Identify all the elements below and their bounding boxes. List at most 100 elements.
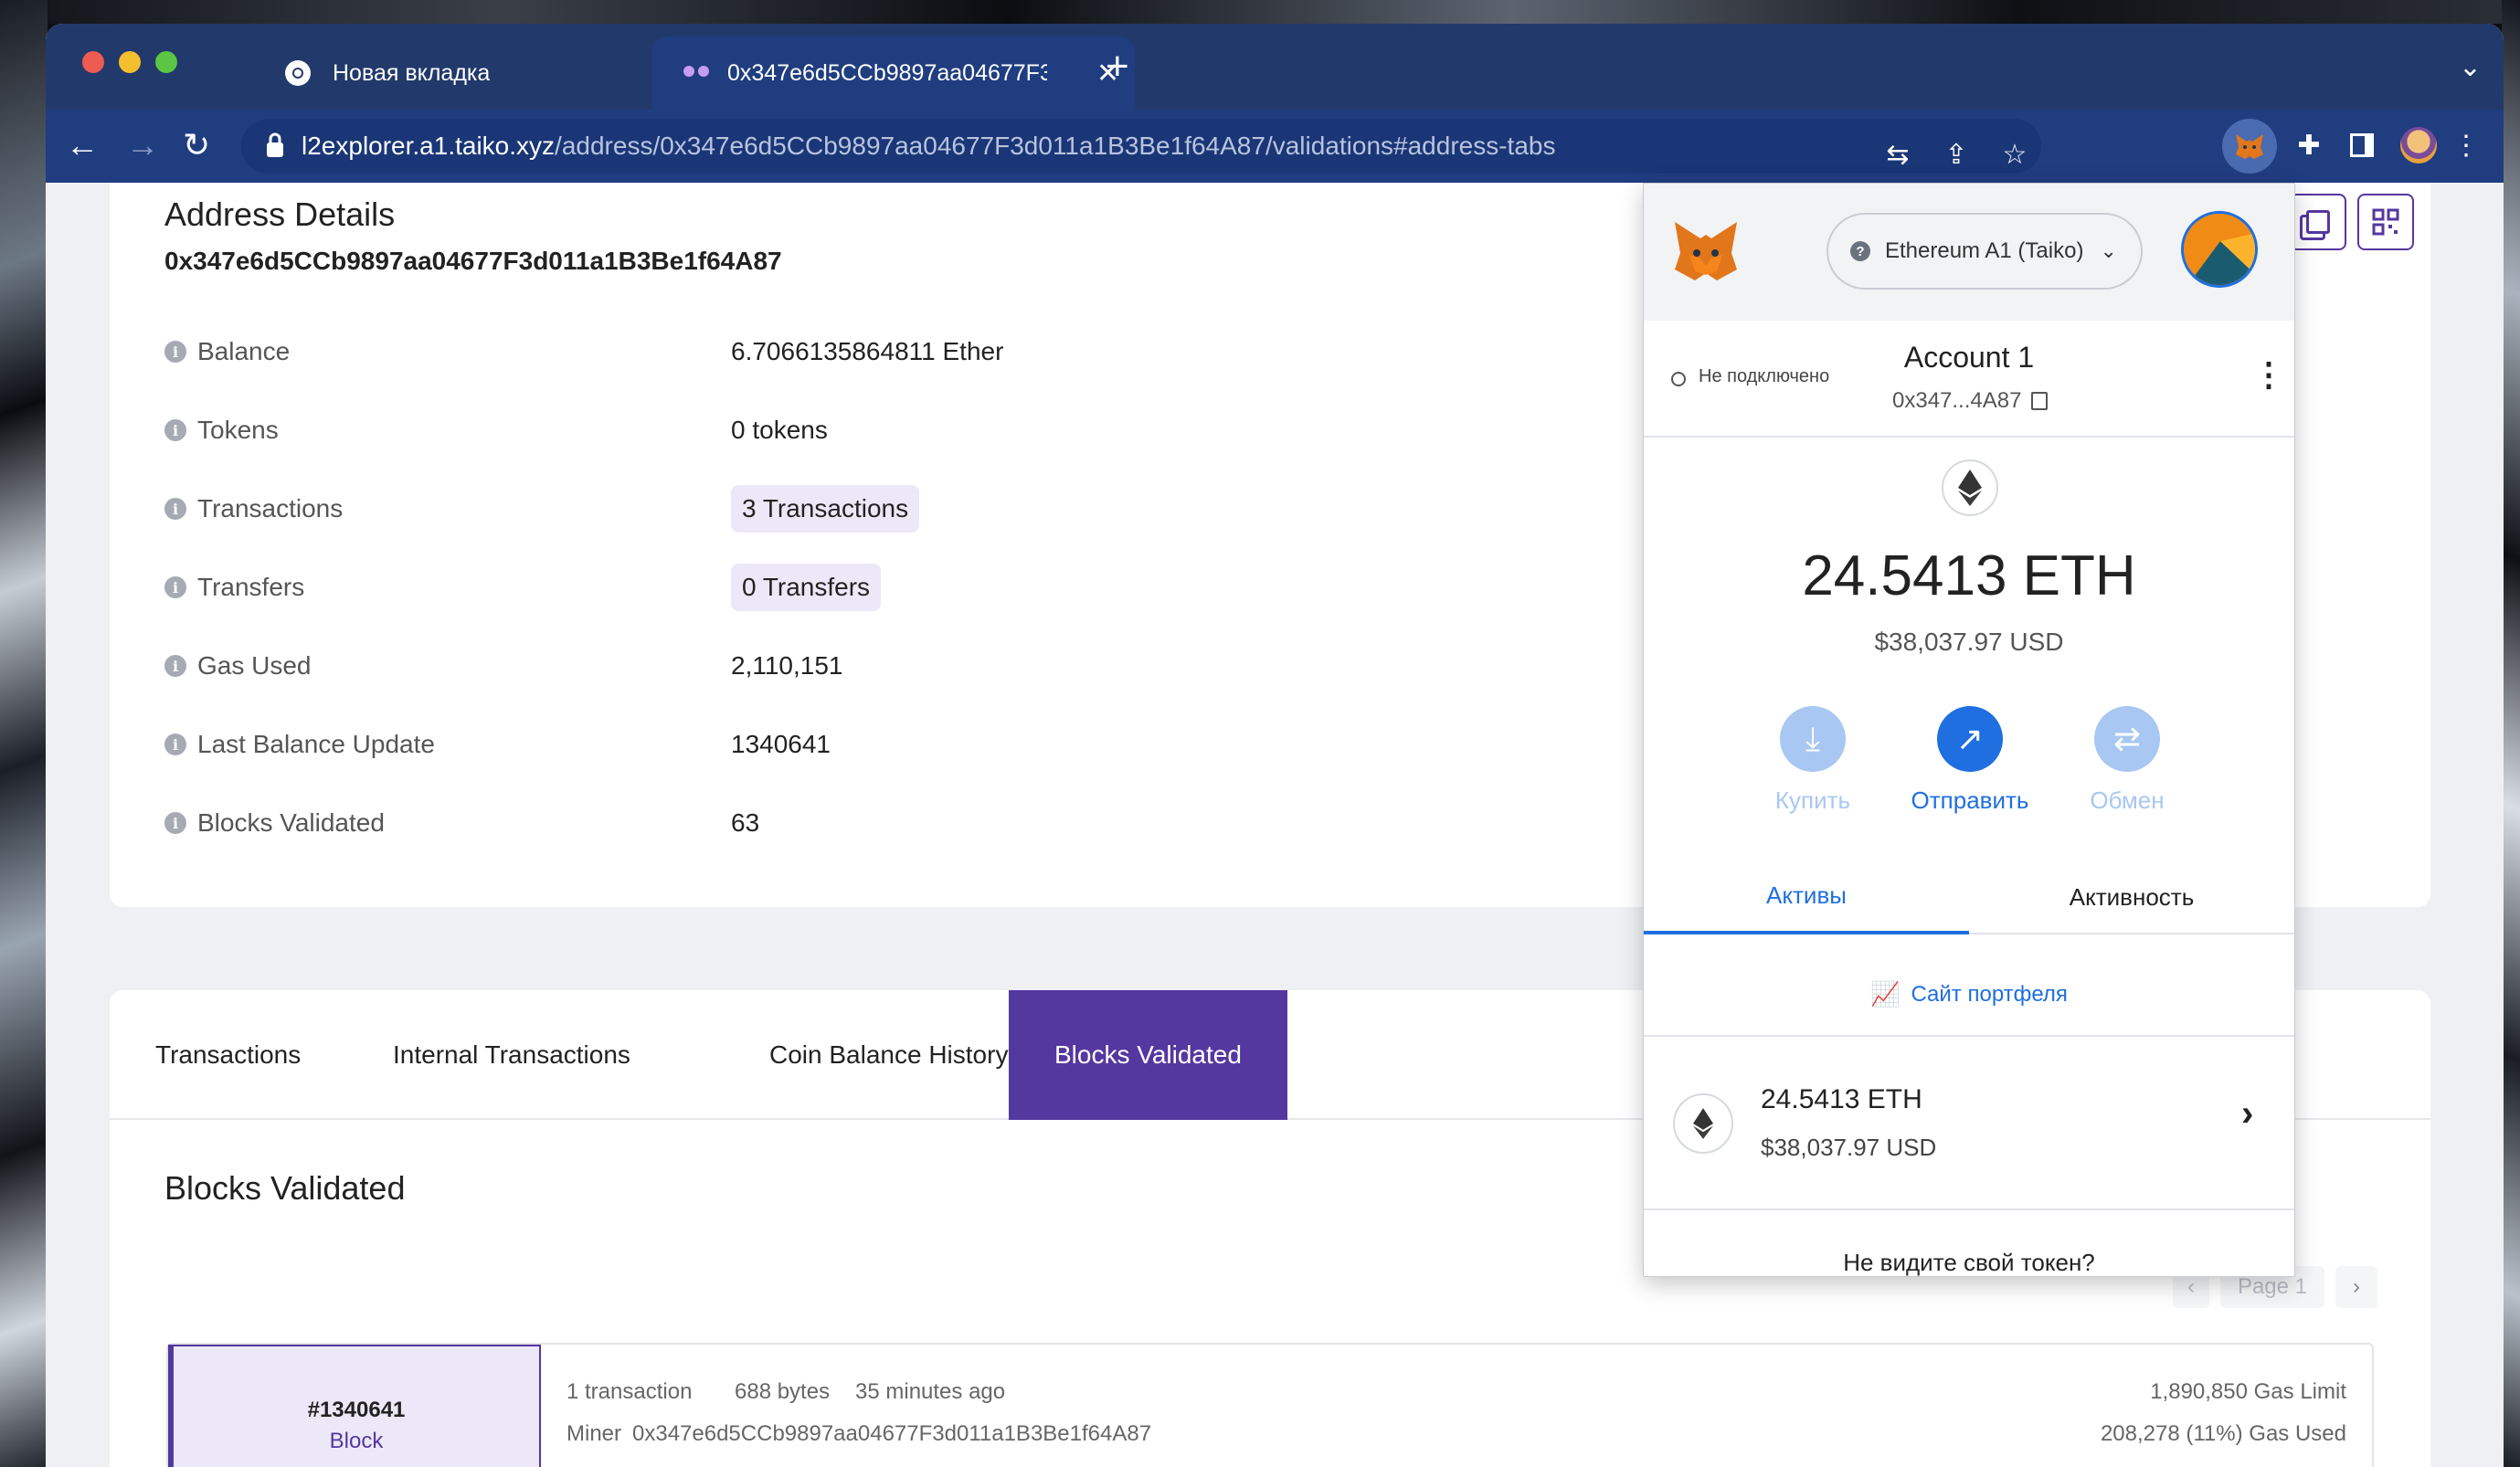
eth-token-icon [1673,1093,1733,1154]
download-icon: ⤓ [1780,706,1846,772]
bookmark-star-icon[interactable]: ☆ [1994,133,2036,175]
browser-toolbar: ← → ↻ l2explorer.a1.taiko.xyz/address/0x… [46,110,2504,183]
send-button[interactable]: ↗ Отправить [1901,706,2038,815]
total-balance: 24.5413 ETH [1802,544,2136,607]
chevron-down-icon: ⌄ [2100,239,2117,262]
side-panel-icon[interactable] [2341,124,2383,166]
metamask-tabs: Активы Активность [1644,860,2294,934]
detail-row-gas-used: i Gas Used 2,110,151 [164,643,1535,689]
extensions-puzzle-icon[interactable]: ✚ [2288,124,2330,166]
translate-icon[interactable]: ⇆ [1877,133,1919,175]
info-icon[interactable]: i [164,734,186,755]
tab-explorer[interactable]: 0x347e6d5CCb9897aa04677F3d011a1B3Be1f64A… [652,37,1135,110]
account-name[interactable]: Account 1 [1644,341,2294,375]
tab-title: 0x347e6d5CCb9897aa04677F3d011a1B3Be1f64A… [727,59,1047,86]
block-type-label: Block [329,1429,384,1453]
url-text: l2explorer.a1.taiko.xyz/address/0x347e6d… [302,132,1556,160]
chart-icon: 📈 [1870,980,1901,1008]
chevron-right-icon: › [2241,1093,2254,1134]
reload-icon[interactable]: ↻ [183,126,210,164]
tab-internal-transactions[interactable]: Internal Transactions [393,990,630,1120]
qr-code-icon [2372,208,2399,236]
chrome-icon [285,60,311,86]
block-number-link[interactable]: #1340641 [174,1398,539,1423]
tab-search-chevron-icon[interactable]: ⌄ [2459,51,2482,83]
info-icon[interactable]: i [164,341,186,363]
back-icon[interactable]: ← [66,126,99,164]
info-icon[interactable]: i [164,576,186,598]
swap-icon: ⇄ [2094,706,2160,772]
copy-address-button[interactable] [2290,194,2346,250]
block-tx-count: 1 transaction [566,1379,693,1404]
transactions-count-link[interactable]: 3 Transactions [731,485,920,533]
transfers-count-link[interactable]: 0 Transfers [731,564,882,611]
close-window-button[interactable] [82,51,104,73]
page-title: Address Details [164,195,396,233]
tab-coin-balance-history[interactable]: Coin Balance History [769,990,1008,1120]
miner-label: Miner [566,1421,622,1446]
address-hash: 0x347e6d5CCb9897aa04677F3d011a1B3Be1f64A… [164,247,782,275]
account-options-icon[interactable]: ⋮ [2252,355,2285,394]
pager-next-button[interactable]: › [2335,1266,2377,1308]
account-avatar[interactable] [2181,211,2258,288]
tab-activity[interactable]: Активность [1969,860,2294,934]
desktop-background-top [0,0,2520,24]
network-selector[interactable]: ? Ethereum A1 (Taiko) ⌄ [1826,213,2143,290]
missing-token-text: Не видите свой токен? [1843,1249,2095,1276]
address-bar[interactable]: l2explorer.a1.taiko.xyz/address/0x347e6d… [241,119,2041,174]
copy-icon [2306,210,2330,234]
asset-amount: 24.5413 ETH [1761,1084,1922,1114]
info-icon[interactable]: i [164,419,186,441]
block-tile: #1340641 Block 1 transaction 688 bytes 3… [166,1343,2374,1467]
gas-limit: 1,890,850 Gas Limit [2150,1379,2346,1404]
total-balance-usd: $38,037.97 USD [1874,628,2064,656]
tab-transactions[interactable]: Transactions [155,990,301,1120]
send-arrow-icon: ↗ [1937,706,2003,772]
detail-row-last-balance-update: i Last Balance Update 1340641 [164,722,1535,767]
detail-row-blocks-validated: i Blocks Validated 63 [164,800,1535,846]
profile-avatar[interactable] [2398,124,2440,166]
tab-title: Новая вкладка [333,59,491,86]
detail-row-transfers: i Transfers 0 Transfers [164,564,1535,611]
zoom-window-button[interactable] [155,51,177,73]
metamask-header: ? Ethereum A1 (Taiko) ⌄ [1644,184,2294,321]
block-badge: #1340641 Block [168,1345,541,1467]
forward-icon[interactable]: → [126,126,159,164]
tab-strip: Новая вкладка ✕ 0x347e6d5CCb9897aa04677F… [46,24,2504,110]
account-address[interactable]: 0x347...4A87 [1892,388,2021,414]
section-title: Blocks Validated [164,1169,406,1207]
portfolio-link[interactable]: 📈 Сайт портфеля [1644,980,2294,1008]
swap-button[interactable]: ⇄ Обмен [2059,706,2196,815]
browser-window: Новая вкладка ✕ 0x347e6d5CCb9897aa04677F… [46,24,2504,1467]
share-icon[interactable]: ⇪ [1935,133,1977,175]
block-size: 688 bytes [735,1379,831,1404]
last-balance-block-link[interactable]: 1340641 [731,730,831,759]
info-icon[interactable]: i [164,498,186,520]
gas-used: 208,278 (11%) Gas Used [2100,1421,2346,1446]
desktop-background-right [2502,0,2520,1467]
metamask-popup: ? Ethereum A1 (Taiko) ⌄ Не подключено Ac… [1643,183,2295,1277]
copy-icon[interactable] [2031,392,2048,410]
new-tab-plus-icon[interactable]: + [1106,44,1129,90]
info-icon[interactable]: i [164,812,186,834]
info-icon[interactable]: i [164,655,186,677]
desktop-background-left [0,0,48,1467]
asset-usd: $38,037.97 USD [1761,1134,1937,1161]
qr-code-button[interactable] [2357,194,2414,250]
detail-row-tokens: i Tokens 0 tokens [164,407,1535,453]
buy-button[interactable]: ⤓ Купить [1744,706,1881,815]
miner-address-link[interactable]: 0x347e6d5CCb9897aa04677F3d011a1B3Be1f64A… [632,1421,1151,1447]
lock-icon [267,132,283,157]
tab-favicon-icon [683,66,694,77]
browser-menu-icon[interactable]: ⋮ [2445,124,2487,166]
asset-row-eth[interactable]: 24.5413 ETH $38,037.97 USD › [1644,1035,2294,1210]
tab-blocks-validated[interactable]: Blocks Validated [1009,990,1287,1120]
eth-logo-icon [1942,459,1998,516]
tab-new-tab[interactable]: Новая вкладка ✕ [219,37,694,110]
minimize-window-button[interactable] [119,51,141,73]
block-age: 35 minutes ago [855,1379,1006,1404]
detail-row-transactions: i Transactions 3 Transactions [164,485,1535,533]
network-question-icon: ? [1850,241,1870,261]
tab-assets[interactable]: Активы [1644,860,1969,934]
metamask-extension-icon[interactable] [2222,119,2277,174]
